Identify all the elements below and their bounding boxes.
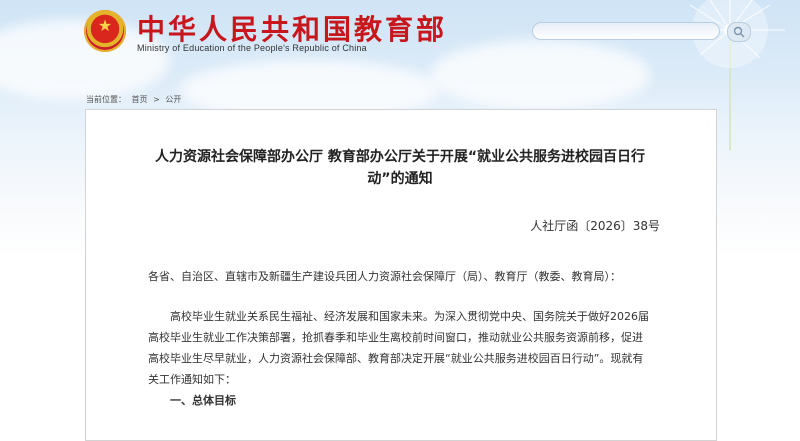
- document-body-paragraph: 高校毕业生就业关系民生福祉、经济发展和国家未来。为深入贯彻党中央、国务院关于做好…: [148, 310, 649, 386]
- search-field[interactable]: [532, 22, 720, 44]
- search-input[interactable]: [533, 27, 719, 44]
- site-subtitle: Ministry of Education of the People's Re…: [137, 43, 367, 53]
- document-number: 人社厅函〔2026〕38号: [530, 219, 660, 233]
- document-title: 人力资源社会保障部办公厅 教育部办公厅关于开展“就业公共服务进校园百日行动”的通…: [154, 149, 646, 187]
- breadcrumb: 当前位置： 首页 > 公开: [86, 94, 184, 105]
- search-button[interactable]: [727, 22, 751, 42]
- site-title[interactable]: 中华人民共和国教育部: [137, 8, 447, 48]
- search-icon: [733, 26, 745, 38]
- national-emblem-icon: [84, 10, 126, 52]
- breadcrumb-home-link[interactable]: 首页: [132, 95, 148, 104]
- article-panel: 人力资源社会保障部办公厅 教育部办公厅关于开展“就业公共服务进校园百日行动”的通…: [85, 109, 717, 441]
- breadcrumb-current-link[interactable]: 公开: [165, 95, 181, 104]
- breadcrumb-prefix: 当前位置：: [86, 95, 126, 104]
- section-heading: 一、总体目标: [170, 394, 236, 407]
- breadcrumb-separator: >: [153, 95, 160, 104]
- document-salutation: 各省、自治区、直辖市及新疆生产建设兵团人力资源社会保障厅（局）、教育厅（教委、教…: [148, 270, 621, 283]
